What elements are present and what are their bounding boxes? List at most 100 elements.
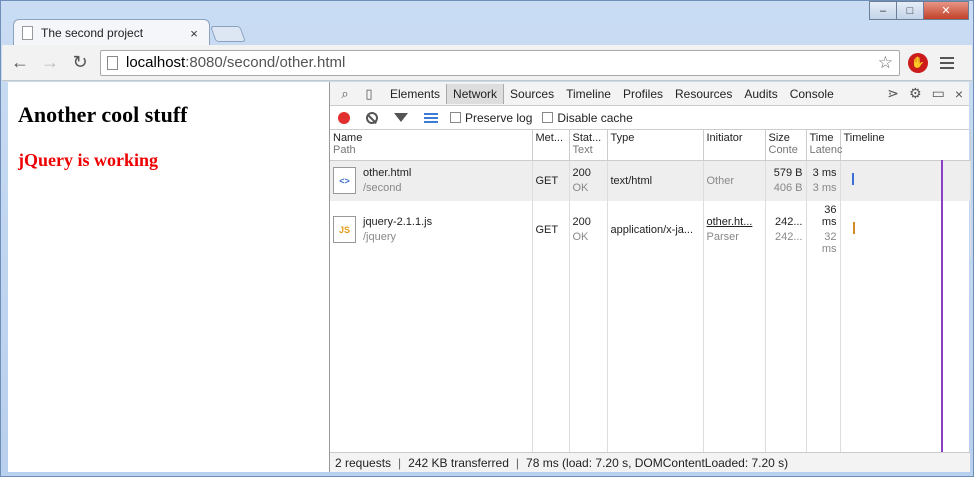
filter-icon[interactable] — [394, 113, 408, 122]
request-content-size: 406 B — [773, 182, 803, 195]
request-initiator-link[interactable]: other.ht... — [707, 216, 753, 228]
request-path: /second — [363, 182, 402, 195]
column-path-label: Path — [333, 144, 356, 156]
column-name-label: Name — [333, 132, 363, 144]
jquery-status-text: jQuery is working — [18, 150, 159, 170]
browser-window: The second project × – □ ✕ ← → ↻ localho… — [0, 0, 974, 477]
tab-sources[interactable]: Sources — [504, 84, 560, 104]
dock-side-icon[interactable]: ▭ — [932, 85, 945, 102]
tab-elements[interactable]: Elements — [384, 84, 446, 104]
timeline-bar — [851, 173, 854, 186]
load-event-marker — [941, 160, 943, 452]
maximize-button[interactable]: □ — [896, 1, 924, 20]
request-size: 242... — [774, 216, 803, 228]
devtools-panel: ⌕ ▯ Elements Network Sources Timeline Pr… — [329, 82, 971, 472]
preserve-log-label: Preserve log — [465, 110, 533, 125]
checkbox-box[interactable] — [450, 112, 461, 123]
column-size-label: Size — [768, 132, 790, 144]
column-method-label: Met... — [535, 132, 564, 144]
disable-cache-checkbox[interactable]: Disable cache — [542, 110, 633, 125]
request-time: 36 ms — [821, 204, 837, 228]
url-text[interactable]: localhost:8080/second/other.html — [126, 54, 878, 71]
devtools-actions: ⋗ ⚙ ▭ × — [887, 85, 969, 102]
timeline-bar — [852, 222, 855, 234]
devtools-tab-bar: ⌕ ▯ Elements Network Sources Timeline Pr… — [330, 82, 969, 106]
request-time: 3 ms — [812, 167, 837, 180]
request-latency: 3 ms — [812, 182, 837, 195]
column-initiator-label: Initiator — [706, 132, 743, 144]
forward-button[interactable]: → — [38, 51, 62, 75]
tab-timeline[interactable]: Timeline — [560, 84, 617, 104]
clear-icon[interactable] — [366, 111, 378, 124]
load-timing: 78 ms (load: 7.20 s, DOMContentLoaded: 7… — [526, 455, 789, 470]
tab-title: The second project — [41, 26, 144, 40]
url-host: localhost — [126, 54, 186, 71]
request-type: application/x-ja... — [607, 201, 704, 258]
tab-resources[interactable]: Resources — [669, 84, 738, 104]
column-timeline-label: Timeline — [843, 132, 885, 144]
tab-audits[interactable]: Audits — [738, 84, 783, 104]
adblock-extension-icon[interactable]: ✋ — [908, 52, 928, 73]
request-status-text: OK — [572, 231, 589, 243]
reload-button[interactable]: ↻ — [68, 51, 92, 75]
menu-icon[interactable] — [940, 56, 954, 69]
separator: | — [398, 455, 402, 470]
page-heading: Another cool stuff — [18, 102, 188, 127]
checkbox-box[interactable] — [542, 112, 554, 123]
device-mode-icon[interactable]: ▯ — [360, 85, 378, 103]
request-method: GET — [532, 201, 570, 258]
table-header: Name Path Met... Stat... Text Type Initiat… — [330, 130, 971, 161]
column-type-label: Type — [610, 132, 635, 144]
network-toolbar: Preserve log Disable cache — [330, 106, 969, 130]
disable-cache-label: Disable cache — [557, 110, 633, 125]
request-type: text/html — [607, 160, 704, 201]
close-window-button[interactable]: ✕ — [923, 1, 969, 20]
column-status[interactable]: Stat... Text — [569, 130, 608, 161]
browser-toolbar: ← → ↻ localhost:8080/second/other.html ☆… — [2, 45, 972, 81]
html-file-icon: <> — [333, 167, 356, 195]
column-type[interactable]: Type — [607, 130, 704, 161]
bookmark-star-icon[interactable]: ☆ — [878, 53, 893, 73]
column-content-label: Conte — [768, 144, 798, 156]
column-timeline[interactable]: Timeline — [840, 130, 971, 161]
request-name: other.html — [363, 167, 412, 180]
page-icon — [22, 26, 33, 40]
back-button[interactable]: ← — [8, 51, 32, 75]
browser-tab[interactable]: The second project × — [13, 19, 210, 46]
column-latency-label: Latenc — [809, 144, 843, 156]
url-path: :8080/second/other.html — [185, 54, 346, 71]
minimize-button[interactable]: – — [869, 1, 897, 20]
request-initiator: Other — [706, 174, 735, 187]
tab-strip: The second project × – □ ✕ — [1, 1, 973, 46]
network-status-bar: 2 requests | 242 KB transferred | 78 ms … — [330, 452, 970, 472]
address-bar[interactable]: localhost:8080/second/other.html ☆ — [100, 49, 900, 76]
settings-gear-icon[interactable]: ⚙ — [909, 85, 922, 102]
column-name[interactable]: Name Path — [330, 130, 533, 161]
close-devtools-icon[interactable]: × — [955, 86, 963, 102]
table-row[interactable]: <> other.html/second GET 200 OK text/html … — [330, 160, 971, 201]
column-initiator[interactable]: Initiator — [703, 130, 766, 161]
tab-close-button[interactable]: × — [187, 26, 201, 41]
console-drawer-icon[interactable]: ⋗ — [887, 85, 899, 102]
tab-profiles[interactable]: Profiles — [617, 84, 669, 104]
table-row[interactable]: JS jquery-2.1.1.js/jquery GET 200 OK appli… — [330, 201, 971, 258]
tab-console[interactable]: Console — [784, 84, 840, 104]
window-controls: – □ ✕ — [869, 1, 969, 20]
column-size[interactable]: Size Conte — [765, 130, 807, 161]
column-status-label: Stat... — [572, 132, 602, 144]
column-method[interactable]: Met... — [532, 130, 570, 161]
request-name: jquery-2.1.1.js — [363, 216, 433, 228]
js-file-icon: JS — [333, 216, 356, 243]
large-rows-icon[interactable] — [424, 112, 438, 123]
new-tab-button[interactable] — [210, 26, 246, 42]
preserve-log-checkbox[interactable]: Preserve log — [450, 111, 532, 125]
inspect-element-icon[interactable]: ⌕ — [336, 85, 354, 103]
column-time[interactable]: Time Latenc — [806, 130, 843, 161]
record-icon[interactable] — [338, 111, 350, 124]
request-size: 579 B — [773, 167, 803, 180]
separator: | — [515, 455, 520, 470]
request-status-text: OK — [572, 182, 589, 195]
column-time-label: Time — [809, 132, 834, 144]
request-content-size: 242... — [774, 231, 803, 243]
tab-network[interactable]: Network — [446, 83, 505, 104]
